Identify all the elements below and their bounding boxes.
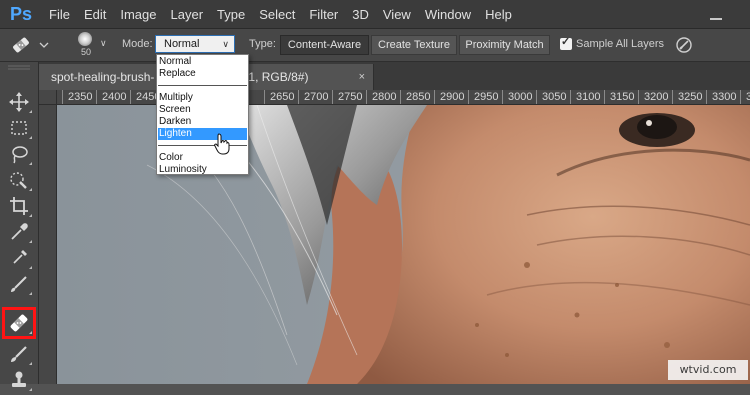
ruler-label: 2900 (440, 91, 465, 103)
tools-panel (0, 62, 39, 391)
brush-tool-icon (11, 276, 27, 292)
minimize-window-button[interactable] (706, 4, 726, 24)
ruler-label: 2850 (406, 91, 431, 103)
watermark: wtvid.com (668, 360, 748, 380)
lasso-tool-icon (12, 146, 28, 164)
quick-selection-tool[interactable] (7, 168, 32, 192)
marquee-tool[interactable] (7, 116, 32, 140)
photoshop-logo: Ps (9, 3, 33, 24)
content-aware-button[interactable]: Content-Aware (280, 35, 369, 55)
marquee-tool-icon (11, 121, 27, 135)
mode-option-replace[interactable]: Replace (158, 68, 247, 80)
checkmark-icon: ✓ (561, 36, 571, 48)
spot-healing-brush-tool[interactable] (7, 311, 32, 335)
ruler-label: 2650 (270, 91, 295, 103)
crop-tool-icon (10, 197, 28, 215)
proximity-match-button[interactable]: Proximity Match (459, 35, 550, 55)
mode-option-luminosity[interactable]: Luminosity (158, 164, 247, 176)
mode-option-normal[interactable]: Normal (158, 56, 247, 68)
menu-image[interactable]: Image (113, 7, 163, 22)
mode-option-multiply[interactable]: Multiply (158, 92, 247, 104)
vertical-ruler[interactable] (39, 105, 57, 384)
minimize-icon (710, 18, 722, 20)
ruler-label: 3300 (712, 91, 737, 103)
ruler-label: 3150 (610, 91, 635, 103)
eyedropper-tool[interactable] (7, 220, 32, 244)
ruler-label: 2800 (372, 91, 397, 103)
move-tool[interactable] (7, 90, 32, 114)
mode-option-lighten[interactable]: Lighten (158, 128, 247, 140)
menu-layer[interactable]: Layer (164, 7, 211, 22)
chevron-down-icon: ∨ (100, 38, 107, 48)
quick-selection-tool-icon (10, 172, 27, 189)
close-tab-button[interactable]: × (359, 64, 365, 90)
menu-separator (158, 145, 247, 146)
clone-stamp-tool[interactable] (7, 368, 32, 392)
ruler-label: 2750 (338, 91, 363, 103)
menu-bar: Ps File Edit Image Layer Type Select Fil… (0, 0, 750, 29)
menu-filter[interactable]: Filter (302, 7, 345, 22)
menu-separator (158, 85, 247, 86)
sample-all-layers-checkbox[interactable]: ✓ (560, 36, 572, 50)
pen-pressure-icon (676, 37, 692, 53)
panel-grip-icon (8, 65, 30, 70)
ruler-label: 3200 (644, 91, 669, 103)
mode-dropdown-menu: Normal Replace Multiply Screen Darken Li… (156, 54, 249, 175)
menu-edit[interactable]: Edit (77, 7, 113, 22)
spot-healing-brush-tool-icon (10, 314, 28, 332)
mode-select-value: Normal (164, 38, 200, 50)
brush-size-value: 50 (80, 47, 91, 57)
tool-preset-picker[interactable] (8, 34, 54, 56)
brush-tool[interactable] (7, 272, 32, 296)
hand-pointer-cursor-icon (214, 133, 230, 155)
options-bar: 50 ∨ Mode: Normal ∨ Type: Content-Aware … (0, 29, 750, 62)
ruler-label: 3050 (542, 91, 567, 103)
brush-preset-picker[interactable]: 50 ∨ (70, 31, 112, 59)
menu-file[interactable]: File (42, 7, 77, 22)
menu-window[interactable]: Window (418, 7, 478, 22)
menu-help[interactable]: Help (478, 7, 519, 22)
move-tool-icon (9, 92, 29, 112)
type-label: Type: (249, 38, 276, 50)
create-texture-button[interactable]: Create Texture (371, 35, 457, 55)
document-tab-bar: spot-healing-brush- (Layer 1, RGB/8#) × (39, 62, 750, 90)
ruler-label: 2400 (102, 91, 127, 103)
pressure-size-button[interactable] (674, 35, 694, 55)
brush-tool-alt[interactable] (7, 342, 32, 366)
sample-all-layers-label: Sample All Layers (576, 38, 665, 50)
menu-view[interactable]: View (376, 7, 418, 22)
clone-stamp-tool-icon (12, 371, 26, 387)
lasso-tool[interactable] (7, 142, 32, 166)
chevron-down-icon: ∨ (222, 39, 229, 49)
eyedropper-tool-icon (11, 223, 28, 240)
ruler-label: 335 (746, 91, 750, 103)
mode-option-color[interactable]: Color (158, 152, 247, 164)
ruler-label: 2950 (474, 91, 499, 103)
mode-option-screen[interactable]: Screen (158, 104, 247, 116)
spot-healing-brush-preset-icon (13, 37, 49, 53)
ruler-label: 2350 (68, 91, 93, 103)
mode-option-darken[interactable]: Darken (158, 116, 247, 128)
ruler-label: 3100 (576, 91, 601, 103)
mode-label: Mode: (122, 38, 153, 50)
crop-tool[interactable] (7, 194, 32, 218)
eyedropper-tool-icon (13, 250, 27, 264)
color-sampler-tool[interactable] (7, 246, 32, 270)
menu-type[interactable]: Type (210, 7, 252, 22)
brush-tip-preview (78, 32, 92, 46)
mode-select[interactable]: Normal ∨ (155, 35, 235, 53)
ruler-label: 3000 (508, 91, 533, 103)
ruler-origin[interactable] (39, 90, 57, 105)
ruler-label: 2700 (304, 91, 329, 103)
brush-tool-icon (11, 346, 27, 362)
menu-3d[interactable]: 3D (345, 7, 376, 22)
ruler-label: 3250 (678, 91, 703, 103)
menu-select[interactable]: Select (252, 7, 302, 22)
